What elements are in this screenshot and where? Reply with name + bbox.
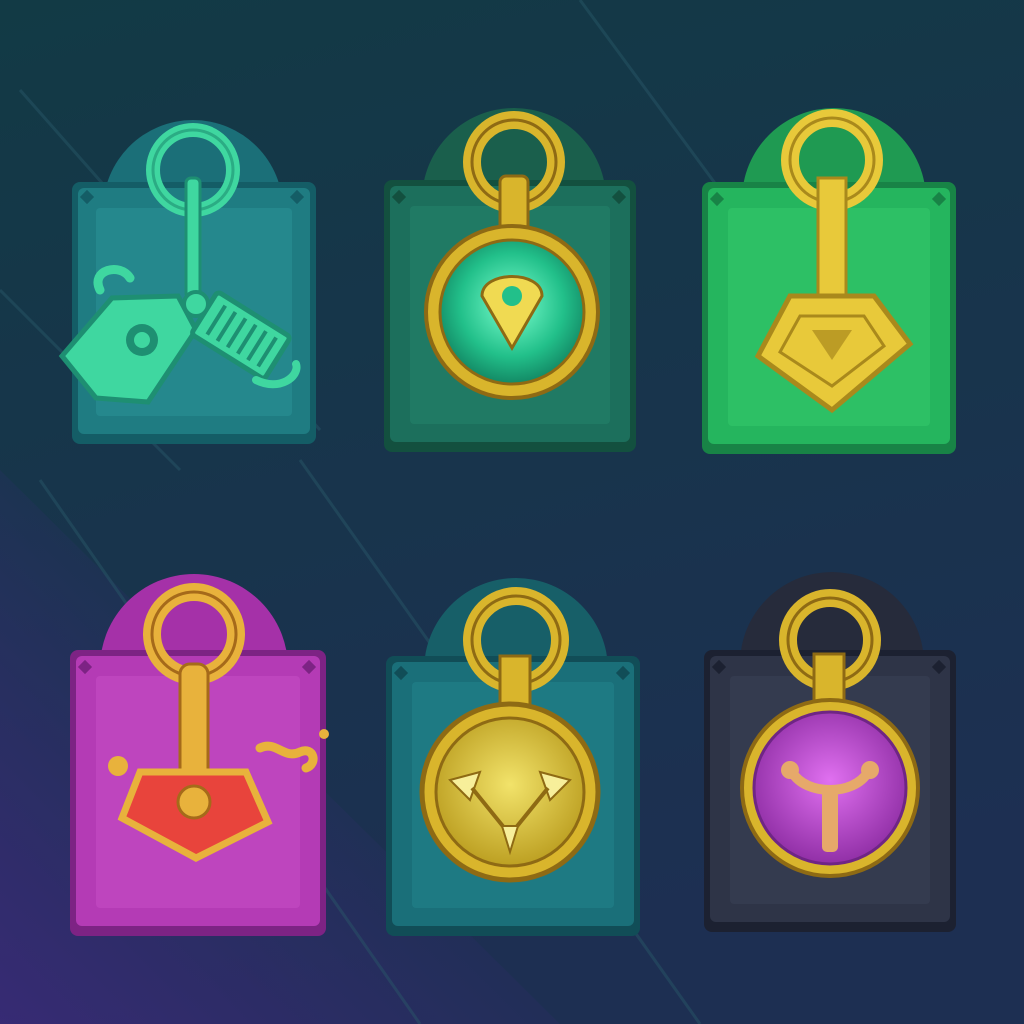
badge-sheet <box>0 0 1024 1024</box>
